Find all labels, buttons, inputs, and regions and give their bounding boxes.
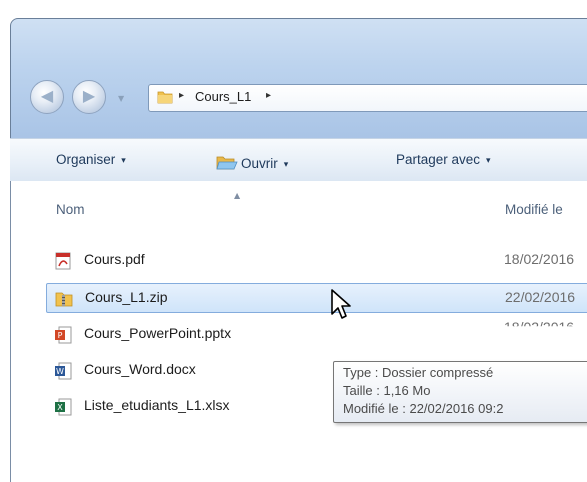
file-name: Cours.pdf	[84, 251, 145, 267]
navigation-buttons: ◀ ▶ ▼	[30, 80, 140, 114]
share-label: Partager avec	[396, 152, 481, 167]
column-header-modified[interactable]: Modifié le	[505, 202, 563, 217]
svg-text:X: X	[57, 403, 63, 412]
share-button[interactable]: Partager avec ▾	[396, 152, 491, 167]
svg-text:W: W	[56, 367, 64, 376]
file-row[interactable]: P Cours_PowerPoint.pptx 18/02/2016	[46, 319, 587, 348]
tooltip-type: Type : Dossier compressé	[343, 365, 494, 380]
organize-label: Organiser	[56, 152, 116, 167]
command-bar: Organiser ▾ Ouvrir ▾ Partager avec ▾	[10, 138, 587, 182]
file-name: Cours_Word.docx	[84, 361, 196, 377]
address-bar[interactable]: ▸ Cours_L1 ▸	[148, 84, 587, 112]
file-name: Liste_etudiants_L1.xlsx	[84, 397, 230, 413]
file-name: Cours_L1.zip	[85, 289, 168, 305]
pdf-file-icon	[55, 252, 71, 270]
window-frame	[10, 18, 587, 140]
file-modified-date: 22/02/2016	[505, 289, 576, 305]
file-modified-date: 18/02/2016	[504, 251, 575, 267]
tooltip-modified: Modifié le : 22/02/2016 09:2	[343, 401, 504, 416]
mouse-pointer-icon	[331, 289, 351, 319]
file-row[interactable]: Cours.pdf 18/02/2016	[46, 246, 587, 274]
breadcrumb-arrow-icon[interactable]: ▸	[266, 90, 271, 101]
folder-icon	[157, 91, 173, 104]
explorer-window: ◀ ▶ ▼ ▸ Cours_L1 ▸ Organiser ▾ Ouvrir ▾ Pa…	[0, 0, 587, 482]
file-row-selected[interactable]: Cours_L1.zip 22/02/2016	[46, 283, 587, 313]
zip-folder-icon	[55, 292, 73, 307]
organize-button[interactable]: Organiser ▾	[56, 152, 126, 167]
open-button[interactable]: Ouvrir ▾	[216, 152, 288, 171]
chevron-down-icon: ▾	[283, 159, 289, 169]
open-label: Ouvrir	[241, 156, 278, 171]
file-name: Cours_PowerPoint.pptx	[84, 325, 232, 341]
recent-pages-dropdown-icon[interactable]: ▼	[118, 94, 124, 103]
tooltip-size: Taille : 1,16 Mo	[343, 383, 431, 398]
breadcrumb-current-folder[interactable]: Cours_L1	[195, 89, 251, 104]
back-button[interactable]: ◀	[30, 80, 64, 114]
forward-arrow-icon: ▶	[82, 86, 96, 105]
chevron-down-icon: ▾	[486, 155, 491, 165]
svg-text:P: P	[58, 331, 63, 340]
sort-ascending-icon: ▲	[234, 191, 241, 200]
back-arrow-icon: ◀	[40, 86, 54, 105]
open-folder-icon	[216, 156, 238, 170]
forward-button[interactable]: ▶	[72, 80, 106, 114]
breadcrumb-arrow-icon[interactable]: ▸	[179, 90, 184, 101]
file-modified-date: 18/02/2016	[504, 319, 575, 335]
excel-file-icon: X	[55, 398, 72, 416]
word-file-icon: W	[55, 362, 72, 380]
column-header-name[interactable]: Nom	[56, 202, 85, 217]
chevron-down-icon: ▾	[121, 155, 126, 165]
file-info-tooltip: Type : Dossier compressé Taille : 1,16 M…	[333, 361, 587, 423]
powerpoint-file-icon: P	[55, 326, 72, 344]
